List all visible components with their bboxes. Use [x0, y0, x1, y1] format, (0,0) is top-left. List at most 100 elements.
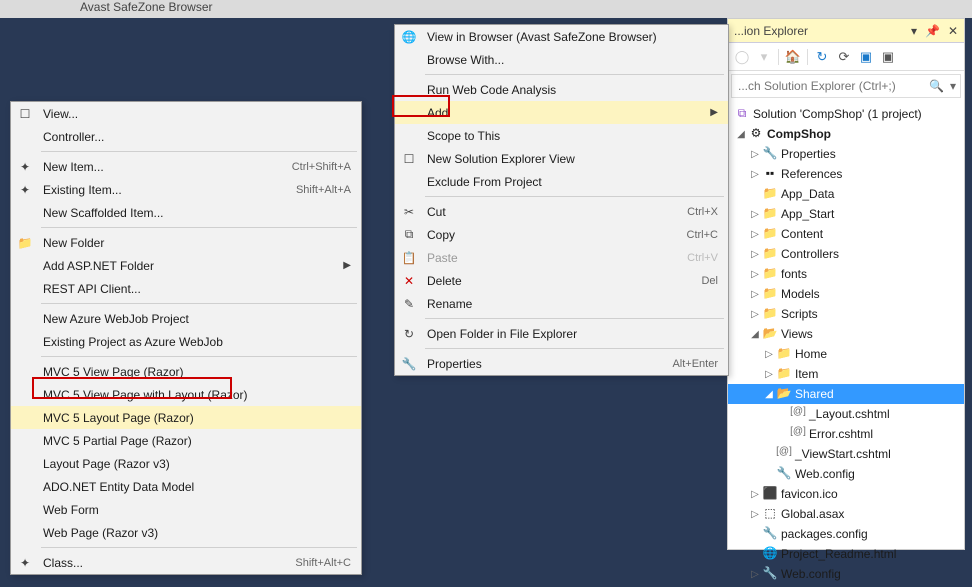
context-menu-item[interactable]: 🔧PropertiesAlt+Enter [395, 352, 728, 375]
expander-icon[interactable]: ▷ [748, 489, 762, 500]
cshtml-icon: [@] [790, 406, 806, 422]
tree-file[interactable]: ▷🔧Web.config [728, 564, 964, 584]
expander-icon[interactable]: ▷ [748, 569, 762, 580]
tree-folder[interactable]: ▷📁Models [728, 284, 964, 304]
add-submenu-item[interactable]: 📁New Folder [11, 231, 361, 254]
add-submenu-item[interactable]: Web Form [11, 498, 361, 521]
context-menu-item[interactable]: ✕DeleteDel [395, 269, 728, 292]
add-submenu-item[interactable]: Layout Page (Razor v3) [11, 452, 361, 475]
context-menu-item[interactable]: ↻Open Folder in File Explorer [395, 322, 728, 345]
add-submenu-item[interactable]: ☐View... [11, 102, 361, 125]
context-menu-item[interactable]: Exclude From Project [395, 170, 728, 193]
solution-explorer-titlebar[interactable]: ...ion Explorer ▾ 📌 ✕ [728, 19, 964, 43]
tree-folder[interactable]: ▷📁Content [728, 224, 964, 244]
dropdown-icon[interactable]: ▾ [911, 24, 917, 38]
add-submenu-item[interactable]: ✦Class...Shift+Alt+C [11, 551, 361, 574]
tree-file[interactable]: 🔧Web.config [728, 464, 964, 484]
menu-label: New Azure WebJob Project [39, 312, 351, 326]
solution-explorer-search[interactable]: 🔍 ▾ [731, 74, 961, 98]
tree-folder[interactable]: 📁App_Data [728, 184, 964, 204]
expander-icon[interactable]: ▷ [762, 349, 776, 360]
tree-properties[interactable]: ▷🔧Properties [728, 144, 964, 164]
menu-label: Exclude From Project [423, 175, 718, 189]
references-icon: ▪▪ [762, 166, 778, 182]
config-icon: 🔧 [762, 566, 778, 582]
add-submenu-item[interactable]: Add ASP.NET Folder▶ [11, 254, 361, 277]
add-submenu-item[interactable]: Web Page (Razor v3) [11, 521, 361, 544]
tree-file[interactable]: 🌐Project_Readme.html [728, 544, 964, 564]
solution-tree[interactable]: ⧉Solution 'CompShop' (1 project) ◢⚙CompS… [728, 101, 964, 587]
pin-icon[interactable]: 📌 [925, 24, 940, 38]
menu-shortcut: Ctrl+X [667, 206, 718, 218]
search-dropdown-icon[interactable]: ▾ [950, 79, 960, 93]
tree-folder[interactable]: ▷📁Controllers [728, 244, 964, 264]
folder-icon: 📁 [762, 206, 778, 222]
context-menu-item[interactable]: ⧉CopyCtrl+C [395, 223, 728, 246]
expander-icon[interactable]: ▷ [748, 209, 762, 220]
tree-file[interactable]: 🔧packages.config [728, 524, 964, 544]
tree-solution[interactable]: ⧉Solution 'CompShop' (1 project) [728, 104, 964, 124]
tree-file[interactable]: [@]Error.cshtml [728, 424, 964, 444]
expander-icon[interactable]: ▷ [762, 369, 776, 380]
add-submenu-item[interactable]: Controller... [11, 125, 361, 148]
expander-icon[interactable]: ▷ [748, 289, 762, 300]
tree-folder[interactable]: ▷📁Scripts [728, 304, 964, 324]
tree-folder[interactable]: ▷📁Home [728, 344, 964, 364]
search-icon[interactable]: 🔍 [923, 79, 950, 93]
tree-file[interactable]: ▷⬚Global.asax [728, 504, 964, 524]
add-submenu-item[interactable]: REST API Client... [11, 277, 361, 300]
add-submenu-item[interactable]: ✦New Item...Ctrl+Shift+A [11, 155, 361, 178]
tree-folder-views[interactable]: ◢📂Views [728, 324, 964, 344]
add-submenu-item[interactable]: MVC 5 View Page (Razor) [11, 360, 361, 383]
expander-icon[interactable]: ▷ [748, 309, 762, 320]
tree-file[interactable]: [@]_Layout.cshtml [728, 404, 964, 424]
tree-folder[interactable]: ▷📁App_Start [728, 204, 964, 224]
add-submenu-item[interactable]: MVC 5 View Page with Layout (Razor) [11, 383, 361, 406]
expander-icon[interactable]: ▷ [748, 509, 762, 520]
context-menu-item[interactable]: Add▶ [395, 101, 728, 124]
expander-icon[interactable]: ▷ [748, 169, 762, 180]
context-menu-item[interactable]: ☐New Solution Explorer View [395, 147, 728, 170]
expander-icon[interactable]: ◢ [762, 389, 776, 400]
expander-icon[interactable]: ▷ [748, 249, 762, 260]
context-menu-item[interactable]: 📋PasteCtrl+V [395, 246, 728, 269]
collapse-icon[interactable]: ▣ [858, 49, 874, 65]
back-icon[interactable]: ◯ [734, 49, 750, 65]
tree-folder-shared[interactable]: ◢📂Shared [728, 384, 964, 404]
search-input[interactable] [732, 79, 923, 93]
context-menu-item[interactable]: 🌐View in Browser (Avast SafeZone Browser… [395, 25, 728, 48]
tree-file[interactable]: ▷⬛favicon.ico [728, 484, 964, 504]
context-menu-item[interactable]: Browse With... [395, 48, 728, 71]
forward-icon[interactable]: ▾ [756, 49, 772, 65]
context-menu-item[interactable]: Scope to This [395, 124, 728, 147]
expander-icon[interactable]: ▷ [748, 229, 762, 240]
expander-icon[interactable]: ▷ [748, 149, 762, 160]
show-all-icon[interactable]: ▣ [880, 49, 896, 65]
add-submenu-item[interactable]: Existing Project as Azure WebJob [11, 330, 361, 353]
add-submenu-item[interactable]: New Scaffolded Item... [11, 201, 361, 224]
close-icon[interactable]: ✕ [948, 24, 958, 38]
solution-explorer-toolbar: ◯ ▾ 🏠 ↻ ⟳ ▣ ▣ [728, 43, 964, 71]
menu-label: New Folder [39, 236, 351, 250]
add-submenu-item[interactable]: New Azure WebJob Project [11, 307, 361, 330]
context-menu-item[interactable]: ✂CutCtrl+X [395, 200, 728, 223]
add-submenu-item[interactable]: MVC 5 Partial Page (Razor) [11, 429, 361, 452]
sync-icon[interactable]: ↻ [814, 49, 830, 65]
tree-project[interactable]: ◢⚙CompShop [728, 124, 964, 144]
context-menu-item[interactable]: Run Web Code Analysis [395, 78, 728, 101]
expander-icon[interactable]: ◢ [734, 129, 748, 140]
menu-icon: ✕ [395, 274, 423, 288]
tree-folder[interactable]: ▷📁fonts [728, 264, 964, 284]
add-submenu-item[interactable]: MVC 5 Layout Page (Razor) [11, 406, 361, 429]
add-submenu-item[interactable]: ADO.NET Entity Data Model [11, 475, 361, 498]
tree-folder[interactable]: ▷📁Item [728, 364, 964, 384]
add-submenu-item[interactable]: ✦Existing Item...Shift+Alt+A [11, 178, 361, 201]
context-menu-item[interactable]: ✎Rename [395, 292, 728, 315]
tree-references[interactable]: ▷▪▪References [728, 164, 964, 184]
refresh-icon[interactable]: ⟳ [836, 49, 852, 65]
expander-icon[interactable]: ▷ [748, 269, 762, 280]
expander-icon[interactable]: ◢ [748, 329, 762, 340]
home-icon[interactable]: 🏠 [785, 49, 801, 65]
tree-file[interactable]: [@]_ViewStart.cshtml [728, 444, 964, 464]
wrench-icon: 🔧 [762, 146, 778, 162]
